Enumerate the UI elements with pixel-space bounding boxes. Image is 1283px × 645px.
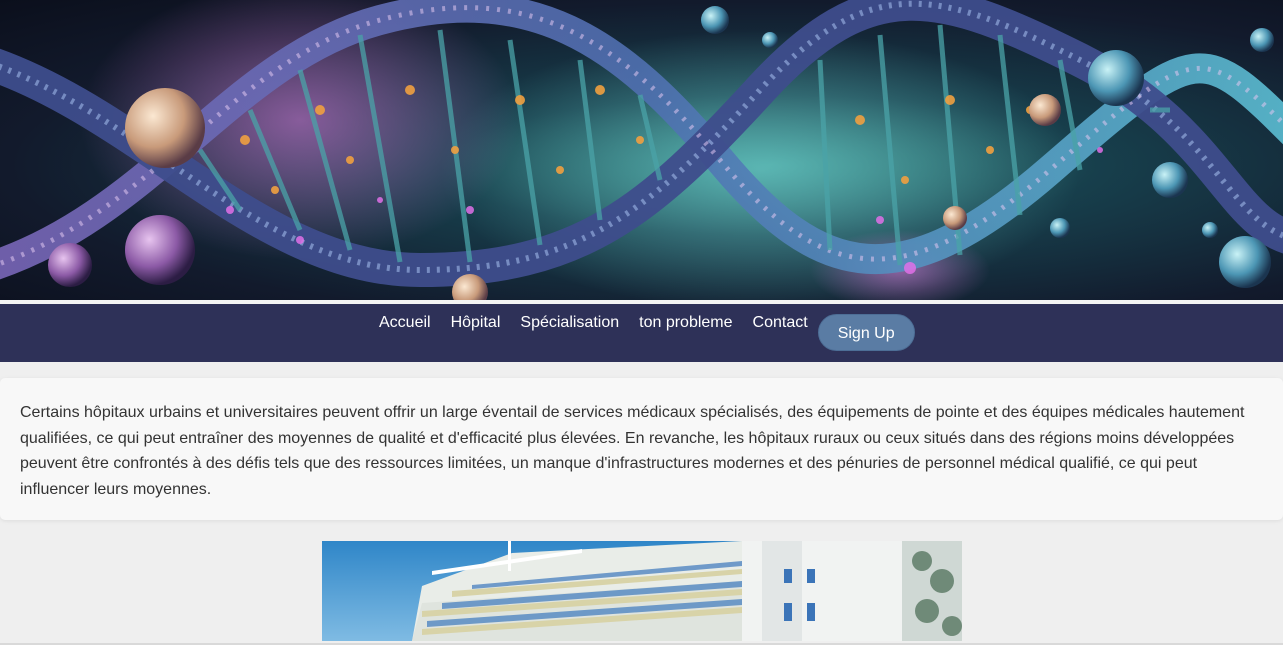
nav-link-accueil[interactable]: Accueil [369,304,441,332]
hospital-photo [322,541,962,641]
signup-button[interactable]: Sign Up [817,314,915,351]
intro-card: Certains hôpitaux urbains et universitai… [0,378,1283,520]
main-navbar: Accueil Hôpital Spécialisation ton probl… [0,304,1283,362]
hero-banner [0,0,1283,300]
nav-link-contact[interactable]: Contact [743,304,818,332]
intro-paragraph: Certains hôpitaux urbains et universitai… [20,404,1245,498]
dna-helix-image [0,0,1283,300]
nav-list: Accueil Hôpital Spécialisation ton probl… [369,304,915,362]
nav-link-hopital[interactable]: Hôpital [441,304,511,332]
nav-link-ton-probleme[interactable]: ton probleme [629,304,742,332]
nav-link-specialisation[interactable]: Spécialisation [510,304,629,332]
hospital-building-image [322,541,962,641]
